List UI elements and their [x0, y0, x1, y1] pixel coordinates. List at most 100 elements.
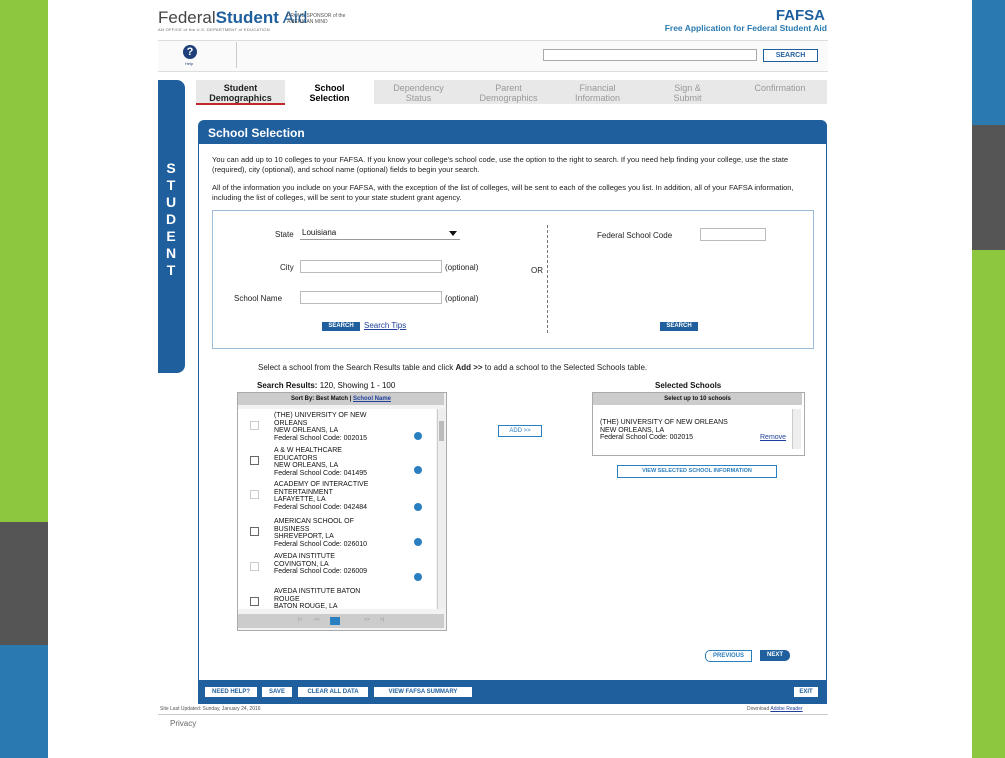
tab-label-line2: Status — [405, 93, 432, 103]
result-name1: AVEDA INSTITUTE BATON — [274, 588, 361, 595]
info-icon[interactable] — [414, 432, 422, 440]
result-checkbox[interactable] — [250, 490, 259, 499]
tab-7: Confirmation — [733, 80, 827, 107]
city-input[interactable] — [300, 260, 442, 273]
footer-button-4[interactable]: VIEW FAFSA SUMMARY — [374, 687, 472, 697]
tab-2[interactable]: School Selection — [285, 80, 374, 107]
result-row[interactable]: A & W HEALTHCARE EDUCATORS NEW ORLEANS, LA… — [238, 444, 436, 479]
left-green-bar — [0, 0, 48, 522]
logo-student: Student — [215, 8, 279, 27]
tab-label-line1: School — [314, 83, 345, 93]
result-checkbox[interactable] — [250, 421, 259, 430]
sort-by-school-name-link[interactable]: School Name — [353, 396, 391, 402]
result-checkbox[interactable] — [250, 562, 259, 571]
result-name2: ORLEANS — [274, 419, 308, 427]
result-code: Federal School Code: 026009 — [274, 568, 368, 575]
result-loc: BATON ROUGE, LA — [274, 603, 338, 609]
page-indicator[interactable] — [330, 617, 340, 625]
result-row[interactable]: AMERICAN SCHOOL OF BUSINESS SHREVEPORT, LA… — [238, 515, 436, 551]
result-text: (THE) UNIVERSITY OF NEW ORLEANS NEW ORLEAN… — [274, 412, 367, 442]
tab-label-line2: Demographics — [209, 93, 272, 103]
state-search-button[interactable]: SEARCH — [322, 322, 360, 331]
remove-school-link[interactable]: Remove — [760, 434, 786, 441]
results-scrollbar[interactable] — [437, 409, 445, 609]
add-school-button[interactable]: ADD >> — [498, 425, 542, 437]
site-search-input[interactable] — [543, 49, 757, 61]
page-next-icon[interactable]: >> — [364, 617, 370, 623]
result-row[interactable]: (THE) UNIVERSITY OF NEW ORLEANS NEW ORLEAN… — [238, 409, 436, 445]
intro-paragraph-1: You can add up to 10 colleges to your FA… — [212, 155, 789, 174]
footer-button-1[interactable]: NEED HELP? — [205, 687, 257, 697]
side-letter: E — [166, 228, 176, 244]
right-green-bar — [972, 250, 1005, 758]
result-name1: (THE) UNIVERSITY OF NEW — [274, 412, 367, 419]
result-code: Federal School Code: 002015 — [274, 434, 368, 442]
add-instruction: Select a school from the Search Results … — [258, 363, 647, 372]
adobe-reader-link[interactable]: Adobe Reader — [770, 706, 802, 712]
result-checkbox[interactable] — [250, 597, 259, 606]
footer-button-2[interactable]: SAVE — [262, 687, 292, 697]
intro-paragraph-2: All of the information you include on yo… — [212, 183, 794, 202]
fafsa-logo[interactable]: FAFSA — [776, 7, 825, 24]
selected-school-item: (THE) UNIVERSITY OF NEW ORLEANS NEW ORLE… — [600, 419, 785, 442]
sort-label: Sort By: Best Match | — [290, 396, 353, 402]
result-loc: NEW ORLEANS, LA — [274, 462, 339, 469]
previous-button[interactable]: PREVIOUS — [705, 650, 752, 662]
tab-5: Financial Information — [553, 80, 642, 107]
page-prev-icon[interactable]: << — [314, 617, 320, 623]
result-name2: EDUCATORS — [274, 454, 318, 462]
result-code: Federal School Code: 042484 — [274, 503, 368, 511]
tab-label-line2: Demographics — [479, 93, 538, 103]
info-icon[interactable] — [414, 538, 422, 546]
info-icon[interactable] — [414, 573, 422, 581]
right-gray-bar — [972, 125, 1005, 250]
site-search-button[interactable]: SEARCH — [763, 49, 818, 62]
tab-label-line1: Confirmation — [754, 83, 806, 93]
search-tips-link[interactable]: Search Tips — [364, 321, 406, 330]
next-button[interactable]: NEXT — [760, 650, 790, 661]
right-blue-bar — [972, 0, 1005, 125]
tab-progress-underline — [196, 103, 285, 105]
help-icon[interactable]: ? — [183, 45, 197, 59]
download-label: Download — [747, 706, 770, 712]
tab-label-line1: Dependency — [393, 83, 444, 93]
selected-school-location: NEW ORLEANS, LA — [600, 426, 665, 434]
result-name1: AVEDA INSTITUTE — [274, 553, 335, 560]
result-row[interactable]: AVEDA INSTITUTE COVINGTON, LA Federal Scho… — [238, 550, 436, 586]
selected-scrollbar[interactable] — [792, 409, 801, 449]
exit-button[interactable]: EXIT — [794, 687, 818, 697]
side-letter: D — [165, 211, 177, 227]
result-code: Federal School Code: 026010 — [274, 540, 368, 548]
section-title: School Selection — [208, 126, 305, 140]
code-search-button[interactable]: SEARCH — [660, 322, 698, 331]
result-name2: ROUGE — [274, 595, 300, 603]
privacy-link[interactable]: Privacy — [170, 719, 196, 728]
result-loc: SHREVEPORT, LA — [274, 533, 334, 540]
selected-schools-header: Select up to 10 schools — [593, 393, 802, 405]
school-name-label: School Name — [234, 294, 283, 303]
result-row[interactable]: AVEDA INSTITUTE BATON ROUGE BATON ROUGE, L… — [238, 585, 436, 609]
left-gray-bar — [0, 522, 48, 645]
search-results-list[interactable]: (THE) UNIVERSITY OF NEW ORLEANS NEW ORLEAN… — [237, 409, 437, 609]
chevron-down-icon — [449, 231, 457, 236]
results-scroll-thumb[interactable] — [439, 421, 444, 441]
result-checkbox[interactable] — [250, 456, 259, 465]
result-row[interactable]: ACADEMY OF INTERACTIVE ENTERTAINMENT LAFAY… — [238, 478, 436, 516]
federal-school-code-input[interactable] — [700, 228, 766, 241]
result-checkbox[interactable] — [250, 527, 259, 536]
page-last-icon[interactable]: >| — [380, 617, 384, 623]
federal-student-aid-logo[interactable]: FederalStudent Aid — [158, 8, 307, 28]
tab-label-line2: Selection — [309, 93, 350, 103]
result-name2: BUSINESS — [274, 525, 310, 533]
tab-6: Sign & Submit — [643, 80, 732, 107]
page-first-icon[interactable]: |< — [298, 617, 302, 623]
result-text: A & W HEALTHCARE EDUCATORS NEW ORLEANS, LA… — [274, 447, 367, 477]
view-selected-school-info-button[interactable]: VIEW SELECTED SCHOOL INFORMATION — [617, 465, 777, 478]
state-select[interactable]: Louisiana — [300, 228, 460, 240]
school-name-input[interactable] — [300, 291, 442, 304]
info-icon[interactable] — [414, 503, 422, 511]
footer-button-3[interactable]: CLEAR ALL DATA — [298, 687, 368, 697]
add-instruction-post: to add a school to the Selected Schools … — [482, 363, 648, 372]
info-icon[interactable] — [414, 466, 422, 474]
federal-school-code-label: Federal School Code — [597, 231, 673, 240]
